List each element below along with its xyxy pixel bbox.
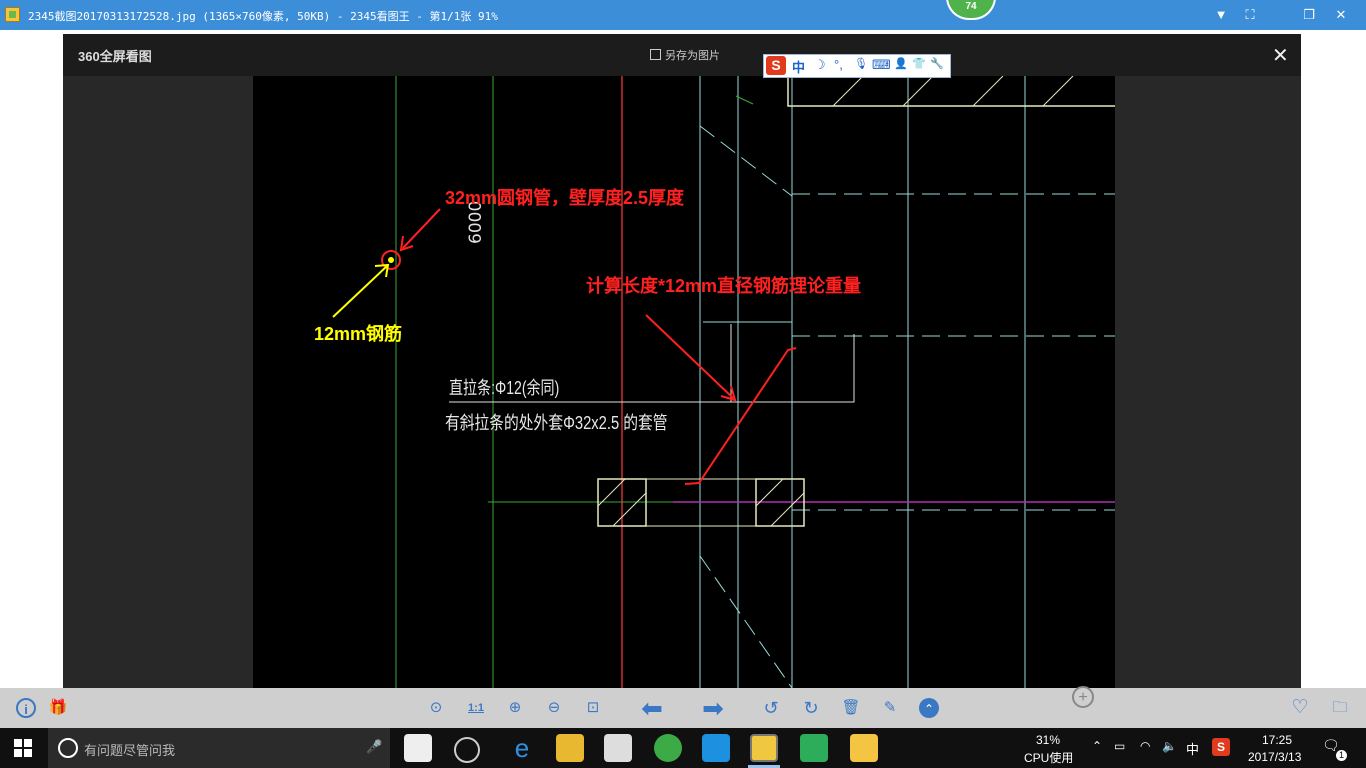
- zoom-overlay-icon: +: [1072, 686, 1094, 708]
- sogou-logo-icon[interactable]: S: [766, 56, 786, 75]
- tray-chevron-icon[interactable]: ⌃: [1092, 739, 1102, 753]
- ime-toolbar[interactable]: S 中 ☽ °, 🎙 ⌨ 👤 👕 🔧: [763, 54, 951, 78]
- app-icon: [5, 7, 20, 22]
- crop-view-button[interactable]: ⊡: [582, 697, 604, 719]
- actual-size-button[interactable]: 1:1: [465, 697, 487, 719]
- next-image-button[interactable]: ➡: [695, 695, 731, 721]
- gift-button[interactable]: 🎁: [47, 697, 69, 719]
- cortana-icon: [58, 738, 78, 758]
- keyboard-icon[interactable]: ⌨: [872, 57, 891, 73]
- search-placeholder: 有问题尽管问我: [84, 743, 176, 758]
- cpu-percent: 31%: [1036, 733, 1061, 747]
- taskbar-app-pinwheel[interactable]: [404, 734, 432, 762]
- tray-device-icon[interactable]: ▭: [1114, 739, 1125, 753]
- skin-icon[interactable]: 👕: [912, 57, 926, 70]
- close-window-button[interactable]: ✕: [1332, 6, 1350, 24]
- hatch-top: [832, 76, 1074, 107]
- user-icon[interactable]: 👤: [894, 57, 908, 70]
- annotation-pipe: 32mm圆钢管，壁厚度2.5厚度: [445, 188, 685, 208]
- volume-icon[interactable]: 🔈: [1162, 739, 1177, 753]
- rotate-right-button[interactable]: ↻: [800, 697, 822, 719]
- edit-button[interactable]: ✎: [879, 697, 901, 719]
- store-icon[interactable]: [604, 734, 632, 762]
- notification-count: 1: [1336, 750, 1347, 761]
- mic-icon[interactable]: 🎤: [366, 739, 382, 755]
- dim-tick: [735, 95, 754, 105]
- search-box[interactable]: 有问题尽管问我 🎤: [48, 728, 390, 768]
- tools-icon[interactable]: 🔧: [930, 57, 944, 70]
- clock-time[interactable]: 17:25: [1262, 733, 1292, 747]
- mic-icon[interactable]: 🎙: [854, 57, 868, 70]
- viewer-toolbar: [0, 688, 1366, 728]
- taskbar-app-blue[interactable]: [702, 734, 730, 762]
- moon-icon[interactable]: ☽: [814, 57, 826, 73]
- save-as-button[interactable]: 另存为图片: [650, 47, 720, 63]
- annotation-rebar: 12mm钢筋: [314, 324, 403, 344]
- fit-window-button[interactable]: ⊙: [425, 697, 447, 719]
- prev-image-button[interactable]: ⬅: [634, 695, 670, 721]
- save-as-label: 另存为图片: [665, 50, 720, 62]
- annotation-calc: 计算长度*12mm直径钢筋理论重量: [586, 276, 862, 296]
- viewer-logo: 360全屏看图: [78, 49, 152, 64]
- windows-icon: [14, 739, 32, 757]
- zoom-out-button[interactable]: ⊖: [543, 697, 565, 719]
- ime-tray-lang[interactable]: 中: [1186, 739, 1199, 758]
- taskbar-app-notes[interactable]: [850, 734, 878, 762]
- viewer-close-button[interactable]: ✕: [1272, 43, 1289, 68]
- red-arrows: [399, 208, 797, 485]
- ime-lang-button[interactable]: 中: [792, 57, 805, 76]
- image-viewer-2345-icon[interactable]: [750, 734, 778, 762]
- info-button[interactable]: i: [16, 698, 36, 718]
- start-button[interactable]: [14, 739, 32, 757]
- wifi-icon[interactable]: ◠: [1140, 739, 1150, 753]
- save-icon: [650, 49, 661, 60]
- taskbar-app-browser-swirl[interactable]: [454, 737, 480, 763]
- restore-button[interactable]: ❐: [1300, 6, 1318, 24]
- cad-note-sleeve: 有斜拉条的处外套Φ32x2.5 的套管: [445, 413, 668, 433]
- zoom-in-button[interactable]: ⊕: [504, 697, 526, 719]
- fullscreen-button[interactable]: ⛶: [1241, 6, 1259, 24]
- cpu-label: CPU使用: [1024, 751, 1074, 765]
- open-folder-button[interactable]: 🗀: [1329, 697, 1351, 719]
- more-button[interactable]: ⌃: [919, 698, 939, 718]
- taskbar-app-green[interactable]: [800, 734, 828, 762]
- window-title: 2345截图20170313172528.jpg (1365×760像素, 50…: [28, 10, 498, 23]
- rebar-point: [388, 257, 394, 263]
- window-title-bar: 2345截图20170313172528.jpg (1365×760像素, 50…: [0, 0, 1366, 30]
- edge-icon[interactable]: e: [508, 734, 536, 762]
- file-explorer-icon[interactable]: [556, 734, 584, 762]
- punctuation-icon[interactable]: °,: [834, 57, 843, 72]
- menu-dropdown-button[interactable]: ▼: [1212, 6, 1230, 24]
- yellow-arrow: [332, 263, 390, 318]
- delete-button[interactable]: 🗑: [840, 697, 862, 719]
- cad-note-tie-rod: 直拉条:Φ12(余同): [449, 378, 560, 398]
- cad-image: 6000 直拉条:Φ12(余同) 有斜拉条的处外套Φ32x2.5 的套管 32m…: [253, 76, 1115, 688]
- rotate-left-button[interactable]: ↺: [760, 697, 782, 719]
- favorite-button[interactable]: ♡: [1289, 697, 1311, 719]
- browser-360-icon[interactable]: [654, 734, 682, 762]
- cad-drawing-svg: [332, 76, 1115, 688]
- sogou-tray-icon[interactable]: S: [1212, 738, 1230, 756]
- clock-date[interactable]: 2017/3/13: [1248, 750, 1301, 764]
